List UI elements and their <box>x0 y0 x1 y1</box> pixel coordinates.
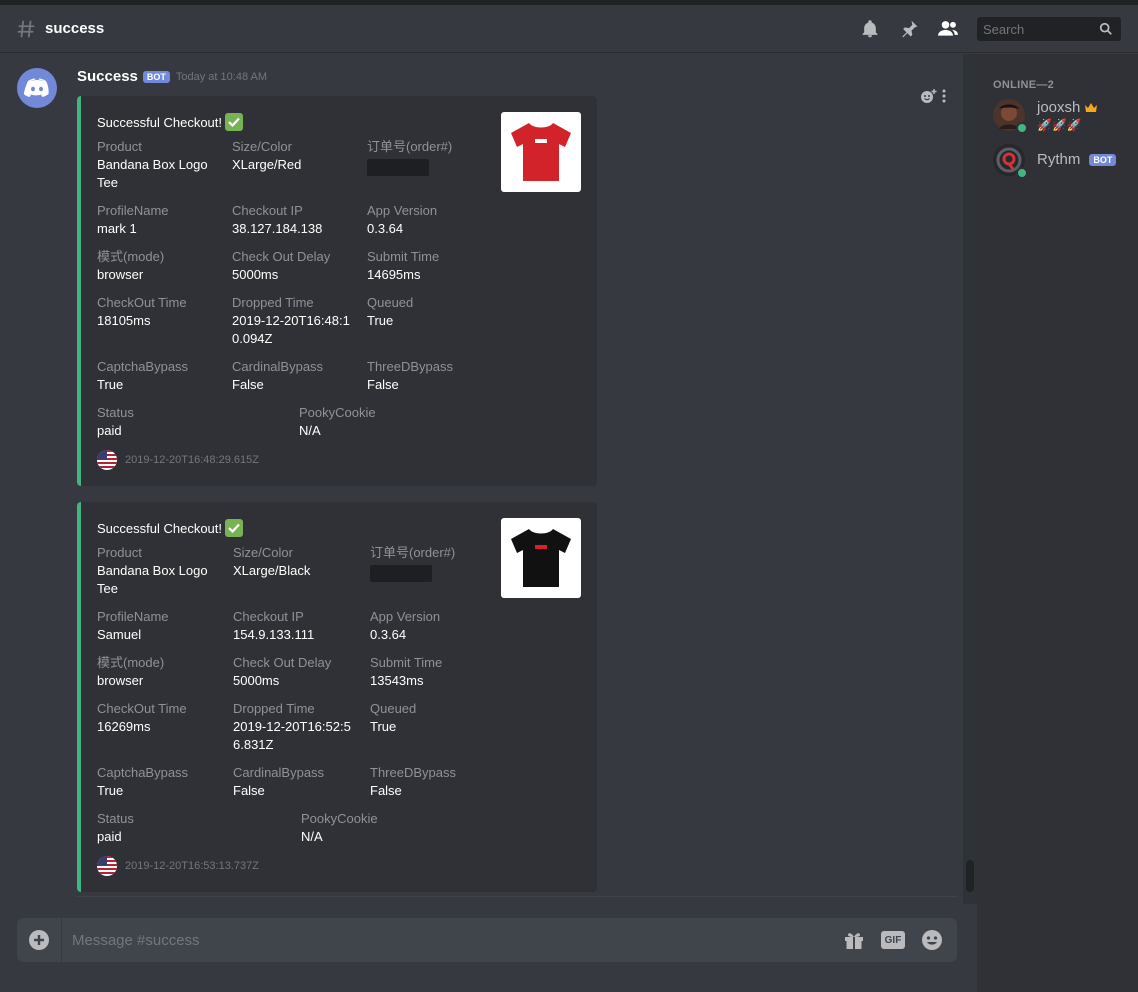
product-thumbnail[interactable] <box>501 112 581 192</box>
field-submit-time: Submit Time 14695ms <box>367 249 440 282</box>
composer-divider <box>77 896 957 897</box>
pin-icon[interactable] <box>897 17 921 41</box>
online-section-header: ONLINE—2 <box>993 79 1055 91</box>
us-flag-icon <box>97 450 117 470</box>
field-checkout-ip: Checkout IP 154.9.133.111 <box>233 609 315 642</box>
field-threed-bypass: ThreeDBypass False <box>370 765 456 798</box>
field-app-version: App Version 0.3.64 <box>367 203 438 236</box>
embed-footer: 2019-12-20T16:48:29.615Z <box>97 450 259 470</box>
tshirt-icon <box>511 529 571 587</box>
emoji-icon[interactable] <box>921 929 943 951</box>
bot-avatar[interactable] <box>17 68 57 108</box>
member-list: ONLINE—2 jooxsh 🚀🚀🚀 Rythm BOT <box>977 54 1138 992</box>
field-profile-name: ProfileName Samuel <box>97 609 169 642</box>
member-item-jooxsh[interactable]: jooxsh 🚀🚀🚀 <box>993 99 1098 134</box>
discord-logo-icon <box>24 78 49 97</box>
product-thumbnail[interactable] <box>501 518 581 598</box>
field-cardinal-bypass: CardinalBypass False <box>232 359 324 392</box>
field-checkout-ip: Checkout IP 38.127.184.138 <box>232 203 323 236</box>
member-name: jooxsh <box>1037 99 1081 116</box>
field-order-number: 订单号(order#) <box>367 138 492 176</box>
message-list: Success BOT Today at 10:48 AM Successful… <box>0 54 977 904</box>
checkout-embed: Successful Checkout! Product Bandana Box… <box>77 96 597 486</box>
field-dropped-time: Dropped Time 2019-12-20T16:48:10.094Z <box>232 295 350 346</box>
checkout-embed: Successful Checkout! Product Bandana Box… <box>77 502 597 892</box>
member-status-text: 🚀🚀🚀 <box>1037 118 1082 132</box>
bot-tag: BOT <box>1089 153 1117 166</box>
online-status-dot <box>1016 167 1028 179</box>
search-icon <box>1099 22 1112 35</box>
redacted-value <box>370 565 432 582</box>
avatar <box>993 99 1028 134</box>
field-checkout-time: CheckOut Time 18105ms <box>97 295 187 328</box>
online-status-dot <box>1016 122 1028 134</box>
field-pooky-cookie: PookyCookie N/A <box>301 811 378 844</box>
us-flag-icon <box>97 856 117 876</box>
field-captcha-bypass: CaptchaBypass True <box>97 765 189 798</box>
channel-header: success Search <box>0 5 1138 53</box>
search-input[interactable]: Search <box>977 17 1121 41</box>
bot-tag: BOT <box>142 70 170 83</box>
more-options-icon[interactable] <box>942 89 946 103</box>
field-queued: Queued True <box>367 295 414 328</box>
field-app-version: App Version 0.3.64 <box>370 609 441 642</box>
crown-icon <box>1085 103 1098 112</box>
field-checkout-delay: Check Out Delay 5000ms <box>232 249 331 282</box>
field-checkout-delay: Check Out Delay 5000ms <box>233 655 332 688</box>
field-dropped-time: Dropped Time 2019-12-20T16:52:56.831Z <box>233 701 351 752</box>
member-name: Rythm <box>1037 151 1081 168</box>
scrollbar-thumb[interactable] <box>966 860 974 892</box>
field-product: Product Bandana Box Logo Tee <box>97 545 208 596</box>
field-product: Product Bandana Box Logo Tee <box>97 139 208 190</box>
add-reaction-icon[interactable] <box>920 88 938 104</box>
field-captcha-bypass: CaptchaBypass True <box>97 359 189 392</box>
composer-separator <box>61 918 62 962</box>
field-status: Status paid <box>97 405 134 438</box>
field-size-color: Size/Color XLarge/Black <box>233 545 311 578</box>
gift-icon[interactable] <box>843 929 865 951</box>
check-mark-icon <box>225 113 244 131</box>
redacted-value <box>367 159 429 176</box>
member-list-icon[interactable] <box>936 17 960 41</box>
field-cardinal-bypass: CardinalBypass False <box>233 765 325 798</box>
message-composer: GIF <box>17 918 957 962</box>
field-submit-time: Submit Time 13543ms <box>370 655 443 688</box>
check-mark-icon <box>225 519 244 537</box>
field-pooky-cookie: PookyCookie N/A <box>299 405 376 438</box>
channel-title: success <box>45 20 105 37</box>
field-mode: 模式(mode) browser <box>97 655 165 688</box>
tshirt-icon <box>511 123 571 181</box>
member-item-rythm[interactable]: Rythm BOT <box>993 144 1117 179</box>
field-status: Status paid <box>97 811 134 844</box>
message-scrollbar[interactable] <box>963 54 977 904</box>
embed-title: Successful Checkout! <box>97 519 244 537</box>
field-size-color: Size/Color XLarge/Red <box>232 139 302 172</box>
message-timestamp: Today at 10:48 AM <box>175 70 268 83</box>
embed-footer: 2019-12-20T16:53:13.737Z <box>97 856 259 876</box>
field-queued: Queued True <box>370 701 417 734</box>
upload-plus-icon[interactable] <box>28 929 50 951</box>
message-input[interactable] <box>72 931 812 949</box>
avatar <box>993 144 1028 179</box>
embed-title: Successful Checkout! <box>97 113 244 131</box>
field-profile-name: ProfileName mark 1 <box>97 203 169 236</box>
bell-icon[interactable] <box>858 17 882 41</box>
field-mode: 模式(mode) browser <box>97 249 165 282</box>
field-order-number: 订单号(order#) <box>370 544 496 582</box>
gif-button[interactable]: GIF <box>881 931 905 949</box>
field-threed-bypass: ThreeDBypass False <box>367 359 453 392</box>
author-name[interactable]: Success <box>77 68 138 85</box>
text-channel-icon <box>17 20 35 37</box>
message-header: Success BOT Today at 10:48 AM <box>77 68 267 85</box>
field-checkout-time: CheckOut Time 16269ms <box>97 701 187 734</box>
